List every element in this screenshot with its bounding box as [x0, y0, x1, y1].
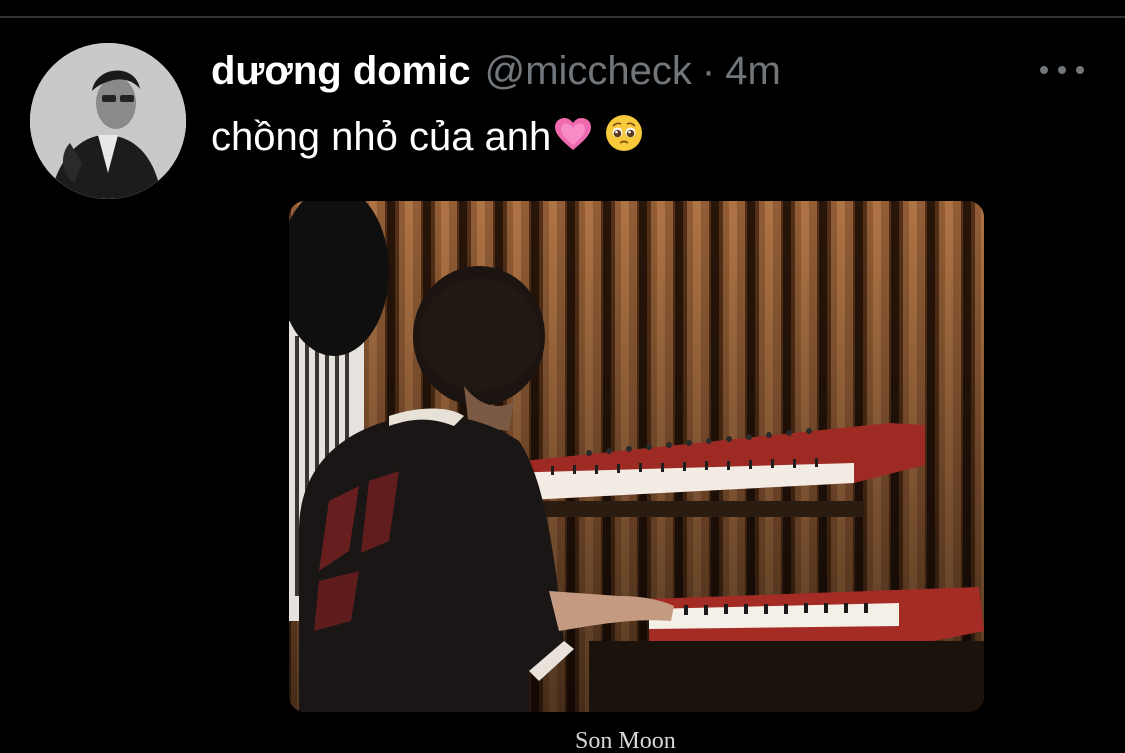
more-dot — [1058, 66, 1066, 74]
tweet-text: chồng nhỏ của anh — [211, 112, 643, 164]
growing-heart-icon — [555, 114, 592, 164]
more-dot — [1076, 66, 1084, 74]
tweet-text-content: chồng nhỏ của anh — [211, 115, 552, 159]
separator-dot: · — [701, 49, 716, 93]
tweet-header: dương domic @miccheck · 4m — [211, 48, 781, 94]
tweet-photo[interactable] — [289, 201, 984, 712]
avatar[interactable] — [30, 43, 186, 199]
display-name[interactable]: dương domic — [211, 48, 471, 94]
pleading-face-icon — [605, 114, 643, 164]
timestamp[interactable]: 4m — [725, 48, 781, 94]
more-dot — [1040, 66, 1048, 74]
top-divider — [0, 16, 1125, 18]
more-options-icon[interactable] — [1040, 55, 1084, 85]
user-handle[interactable]: @miccheck — [485, 48, 692, 94]
photo-watermark: Son Moon — [575, 728, 676, 753]
